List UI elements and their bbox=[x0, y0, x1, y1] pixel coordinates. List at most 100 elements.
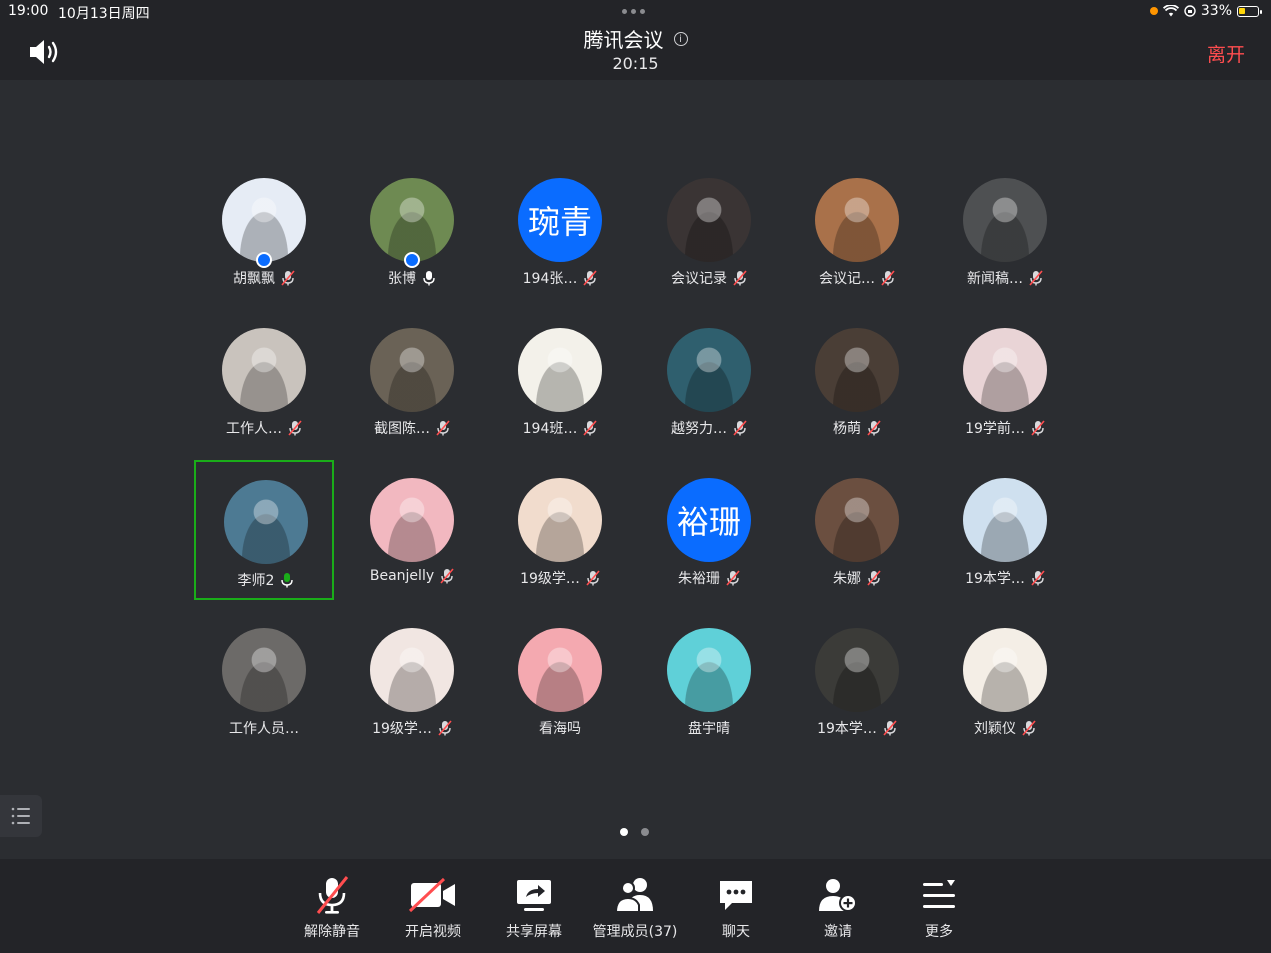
participant-tile[interactable]: 裕珊 朱裕珊 bbox=[639, 460, 779, 600]
mic-muted-icon bbox=[583, 420, 597, 436]
leave-button[interactable]: 离开 bbox=[1207, 40, 1245, 67]
mic-muted-icon bbox=[586, 570, 600, 586]
toolbar-label: 邀请 bbox=[824, 924, 852, 940]
participant-name: 胡飘飘 bbox=[233, 271, 275, 287]
participant-name: 越努力… bbox=[671, 421, 727, 437]
more-icon bbox=[891, 875, 987, 915]
participant-tile[interactable]: 朱娜 bbox=[787, 460, 927, 600]
participant-name: 截图陈… bbox=[374, 421, 430, 437]
list-icon bbox=[11, 807, 30, 825]
mic-muted-icon bbox=[1031, 420, 1045, 436]
participant-avatar bbox=[370, 328, 454, 412]
participant-avatar: 裕珊 bbox=[667, 478, 751, 562]
participant-name: 张博 bbox=[388, 271, 416, 287]
participant-tile[interactable]: 工作人… bbox=[194, 310, 334, 450]
orientation-lock-icon bbox=[1184, 5, 1196, 17]
participant-name: 19本学… bbox=[817, 721, 877, 737]
participant-name: 新闻稿… bbox=[967, 271, 1023, 287]
share-screen-icon bbox=[486, 875, 582, 915]
mic-muted-icon bbox=[288, 420, 302, 436]
participant-name: 杨萌 bbox=[833, 421, 861, 437]
participant-avatar bbox=[370, 178, 454, 262]
participant-tile[interactable]: 张博 bbox=[342, 160, 482, 300]
participant-avatar bbox=[518, 478, 602, 562]
participant-avatar bbox=[667, 628, 751, 712]
participant-tile[interactable]: 19本学… bbox=[935, 460, 1075, 600]
video-off-icon bbox=[385, 875, 481, 915]
chat-button[interactable]: 聊天 bbox=[688, 875, 784, 941]
participant-tile[interactable]: 19本学… bbox=[787, 610, 927, 750]
avatar-initials: 裕珊 bbox=[667, 478, 751, 562]
participant-avatar bbox=[963, 178, 1047, 262]
participant-tile[interactable]: 会议记录 bbox=[639, 160, 779, 300]
mic-muted-icon bbox=[867, 420, 881, 436]
mic-muted-icon bbox=[726, 570, 740, 586]
participant-tile[interactable]: 19学前… bbox=[935, 310, 1075, 450]
toolbar-label: 共享屏幕 bbox=[506, 924, 562, 940]
page-dot[interactable] bbox=[641, 828, 649, 836]
manage-members-button[interactable]: 管理成员(37) bbox=[587, 875, 683, 941]
battery-percent: 33% bbox=[1200, 3, 1232, 19]
participant-tile[interactable]: 新闻稿… bbox=[935, 160, 1075, 300]
avatar-initials: 琬青 bbox=[518, 178, 602, 262]
members-icon bbox=[587, 875, 683, 915]
mic-on-icon bbox=[422, 270, 436, 286]
participant-avatar bbox=[222, 178, 306, 262]
participant-name: 会议记录 bbox=[671, 271, 727, 287]
participant-avatar bbox=[518, 328, 602, 412]
participant-tile[interactable]: 19级学… bbox=[490, 460, 630, 600]
meeting-title[interactable]: 腾讯会议 i bbox=[584, 24, 688, 53]
participant-tile[interactable]: 李师2 bbox=[194, 460, 334, 600]
unmute-button[interactable]: 解除静音 bbox=[284, 875, 380, 941]
participant-name: 19学前… bbox=[965, 421, 1025, 437]
participant-tile[interactable]: 杨萌 bbox=[787, 310, 927, 450]
page-indicator[interactable] bbox=[620, 828, 649, 836]
participant-avatar bbox=[224, 480, 308, 564]
toolbar-label: 更多 bbox=[925, 924, 953, 940]
invite-button[interactable]: 邀请 bbox=[790, 875, 886, 941]
host-badge-icon bbox=[404, 252, 420, 268]
participant-tile[interactable]: Beanjelly bbox=[342, 460, 482, 600]
participant-tile[interactable]: 越努力… bbox=[639, 310, 779, 450]
participant-tile[interactable]: 19级学… bbox=[342, 610, 482, 750]
participant-tile[interactable]: 194班… bbox=[490, 310, 630, 450]
participant-tile[interactable]: 琬青 194张… bbox=[490, 160, 630, 300]
more-button[interactable]: 更多 bbox=[891, 875, 987, 941]
status-time: 19:00 bbox=[8, 3, 49, 19]
page-dot[interactable] bbox=[620, 828, 628, 836]
participant-tile[interactable]: 会议记… bbox=[787, 160, 927, 300]
participant-avatar bbox=[815, 628, 899, 712]
invite-icon bbox=[790, 875, 886, 915]
participant-name: 会议记… bbox=[819, 271, 875, 287]
mic-muted-icon bbox=[867, 570, 881, 586]
start-video-button[interactable]: 开启视频 bbox=[385, 875, 481, 941]
participant-list-toggle[interactable] bbox=[0, 795, 42, 837]
toolbar-label: 解除静音 bbox=[304, 924, 360, 940]
chat-icon bbox=[688, 875, 784, 915]
mic-muted-icon bbox=[440, 568, 454, 584]
participant-name: 朱娜 bbox=[833, 571, 861, 587]
mic-muted-icon bbox=[1031, 570, 1045, 586]
participant-name: 194班… bbox=[522, 421, 578, 437]
mic-muted-icon bbox=[733, 420, 747, 436]
participant-avatar bbox=[815, 478, 899, 562]
bottom-toolbar: 解除静音 开启视频 共享屏幕 管理成员(37) 聊天 邀请 更多 bbox=[0, 859, 1271, 953]
participant-tile[interactable]: 工作人员… bbox=[194, 610, 334, 750]
participant-avatar bbox=[667, 328, 751, 412]
window-grabber-icon[interactable] bbox=[622, 9, 645, 14]
mic-muted-icon bbox=[583, 270, 597, 286]
participant-name: 工作人员… bbox=[229, 721, 299, 737]
battery-icon bbox=[1237, 5, 1262, 17]
participant-avatar bbox=[667, 178, 751, 262]
participant-tile[interactable]: 盘宇晴 bbox=[639, 610, 779, 750]
participant-name: 19级学… bbox=[372, 721, 432, 737]
participant-tile[interactable]: 刘颖仪 bbox=[935, 610, 1075, 750]
participant-tile[interactable]: 看海吗 bbox=[490, 610, 630, 750]
participant-avatar bbox=[370, 478, 454, 562]
participant-name: 李师2 bbox=[237, 573, 275, 589]
share-screen-button[interactable]: 共享屏幕 bbox=[486, 875, 582, 941]
mic-muted-icon bbox=[883, 720, 897, 736]
info-icon[interactable]: i bbox=[673, 31, 688, 46]
participant-tile[interactable]: 截图陈… bbox=[342, 310, 482, 450]
participant-tile[interactable]: 胡飘飘 bbox=[194, 160, 334, 300]
